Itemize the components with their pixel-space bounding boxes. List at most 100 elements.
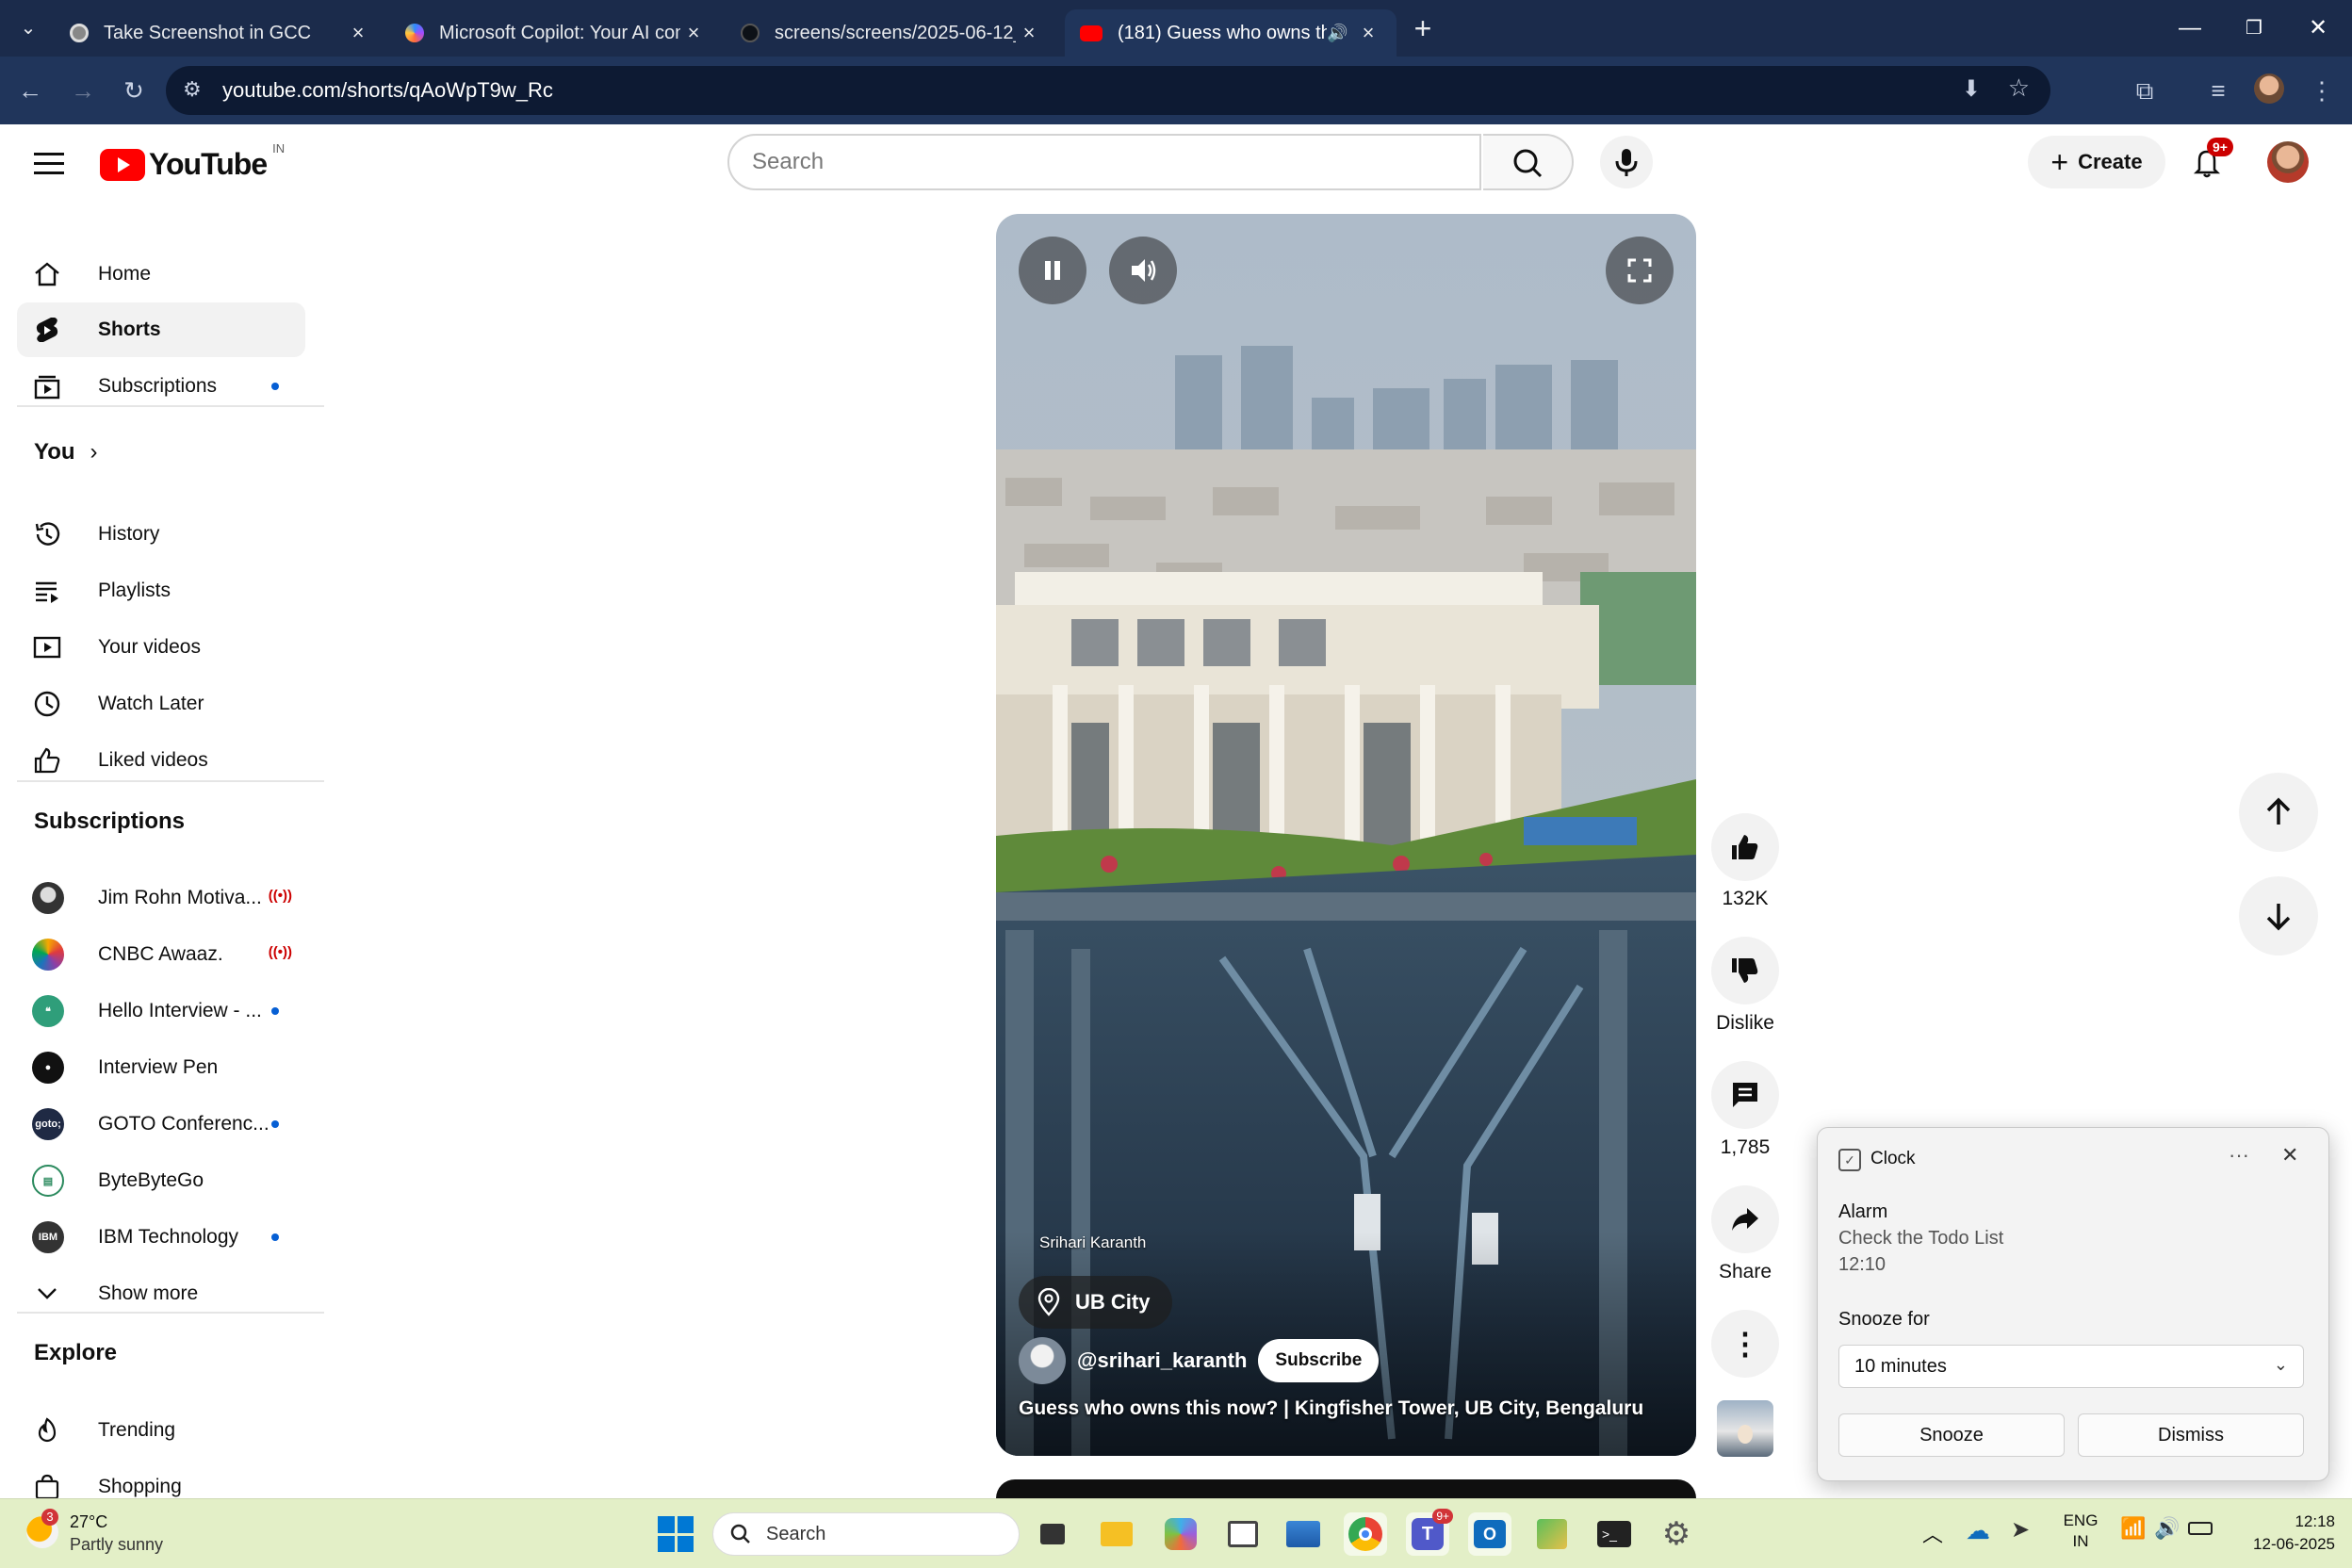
hamburger-menu-icon[interactable] <box>34 149 64 175</box>
fullscreen-button[interactable] <box>1606 237 1674 304</box>
history-icon <box>30 517 64 551</box>
channel-avatar: IBM <box>32 1221 64 1253</box>
battery-icon[interactable] <box>2188 1522 2213 1535</box>
previous-short-button[interactable] <box>2239 773 2318 852</box>
image-viewer-icon[interactable] <box>1530 1512 1574 1556</box>
more-options-button[interactable]: ⋮ <box>1711 1310 1779 1378</box>
language-indicator[interactable]: ENG IN <box>2062 1511 2099 1552</box>
subscribe-button[interactable]: Subscribe <box>1258 1339 1380 1382</box>
reload-icon[interactable]: ↻ <box>117 74 151 107</box>
copilot-favicon-icon <box>405 24 424 42</box>
volume-icon <box>1132 259 1156 282</box>
share-button[interactable] <box>1711 1185 1779 1253</box>
chrome-menu-icon[interactable]: ⋮ <box>2305 74 2339 107</box>
account-avatar[interactable] <box>2267 141 2309 183</box>
teams-icon[interactable]: T 9+ <box>1406 1509 1453 1556</box>
new-tab-button[interactable]: + <box>1406 11 1440 45</box>
search-button[interactable] <box>1483 134 1574 190</box>
subscription-channel[interactable]: ● Interview Pen <box>17 1040 305 1095</box>
back-icon[interactable]: ← <box>13 74 47 107</box>
channel-handle[interactable]: @srihari_karanth <box>1077 1348 1247 1373</box>
subscription-channel[interactable]: goto; GOTO Conferenc... <box>17 1097 305 1152</box>
volume-icon[interactable]: 🔊 <box>2154 1516 2180 1541</box>
browser-tab-active[interactable]: (181) Guess who owns this r 🔊 × <box>1065 9 1396 57</box>
close-tab-icon[interactable]: × <box>680 21 707 45</box>
sidebar-divider <box>17 405 324 407</box>
media-controls-icon[interactable]: ≡ <box>2201 74 2235 107</box>
sidebar-item-playlists[interactable]: Playlists <box>17 564 305 618</box>
tab-search-icon[interactable]: ⌄ <box>13 13 43 43</box>
browser-tab[interactable]: Take Screenshot in GCC × <box>55 9 386 57</box>
subscription-channel[interactable]: CNBC Awaaz. ((•)) <box>17 927 305 982</box>
terminal-icon[interactable]: >_ <box>1592 1512 1636 1556</box>
comments-button[interactable] <box>1711 1061 1779 1129</box>
close-tab-icon[interactable]: × <box>345 21 371 45</box>
dismiss-button[interactable]: Dismiss <box>2078 1413 2304 1457</box>
sidebar-item-trending[interactable]: Trending <box>17 1403 305 1458</box>
file-explorer-icon[interactable] <box>1095 1512 1138 1556</box>
browser-tab[interactable]: screens/screens/2025-06-12_09 × <box>726 9 1057 57</box>
sidebar-item-shorts[interactable]: Shorts <box>17 302 305 357</box>
show-hidden-icons-chevron-icon[interactable]: ︿ <box>1922 1518 1943 1548</box>
outlook-icon[interactable]: O <box>1468 1512 1511 1556</box>
subscription-channel[interactable]: Jim Rohn Motiva... ((•)) <box>17 871 305 925</box>
minimize-button[interactable]: — <box>2162 9 2218 47</box>
browser-tab[interactable]: Microsoft Copilot: Your AI comp × <box>390 9 722 57</box>
shorts-video-player[interactable]: Srihari Karanth UB City @srihari_karanth… <box>996 214 1696 1456</box>
snooze-button[interactable]: Snooze <box>1838 1413 2065 1457</box>
sidebar-item-home[interactable]: Home <box>17 247 305 302</box>
bookmark-star-icon[interactable]: ☆ <box>2008 74 2030 103</box>
subscription-channel[interactable]: ❝ Hello Interview - ... <box>17 984 305 1038</box>
whiteboard-icon[interactable] <box>1282 1512 1325 1556</box>
sidebar-item-history[interactable]: History <box>17 507 305 562</box>
weather-alert-badge: 3 <box>41 1509 58 1526</box>
subscription-channel[interactable]: IBM IBM Technology <box>17 1210 305 1265</box>
channel-avatar[interactable] <box>1019 1337 1066 1384</box>
sidebar-item-your-videos[interactable]: Your videos <box>17 620 305 675</box>
create-button[interactable]: + Create <box>2028 136 2165 188</box>
forward-icon[interactable]: → <box>66 74 100 107</box>
location-chip[interactable]: UB City <box>1019 1276 1173 1329</box>
task-view-icon[interactable] <box>1031 1512 1074 1556</box>
pause-button[interactable] <box>1019 237 1086 304</box>
youtube-logo[interactable]: YouTube IN <box>100 141 285 182</box>
notification-more-icon[interactable]: ··· <box>2229 1143 2249 1168</box>
notification-message: Check the Todo List <box>1838 1228 2004 1249</box>
taskbar-search-box[interactable]: Search <box>712 1512 1020 1556</box>
profile-avatar[interactable] <box>2254 74 2284 104</box>
settings-gear-icon[interactable]: ⚙ <box>1655 1512 1698 1556</box>
you-section-heading[interactable]: You › <box>34 439 98 466</box>
close-window-button[interactable]: ✕ <box>2290 9 2346 47</box>
window-app-icon[interactable] <box>1221 1512 1265 1556</box>
playlists-icon <box>30 574 64 608</box>
install-app-icon[interactable]: ⬇ <box>1962 75 1981 103</box>
onedrive-cloud-icon[interactable]: ☁ <box>1966 1516 1990 1545</box>
volume-button[interactable] <box>1109 237 1177 304</box>
snooze-duration-select[interactable]: 10 minutes ⌄ <box>1838 1345 2304 1388</box>
site-info-icon[interactable]: ⚙ <box>183 77 202 102</box>
speaker-audio-icon[interactable]: 🔊 <box>1327 24 1355 43</box>
microsoft-365-icon[interactable] <box>1159 1512 1202 1556</box>
restore-button[interactable]: ❐ <box>2226 9 2282 47</box>
like-button[interactable] <box>1711 813 1779 881</box>
close-tab-icon[interactable]: × <box>1016 21 1042 45</box>
chrome-icon[interactable] <box>1344 1512 1387 1556</box>
extensions-icon[interactable]: ⧉ <box>2128 74 2162 107</box>
short-title[interactable]: Guess who owns this now? | Kingfisher To… <box>1019 1397 1643 1420</box>
search-input[interactable]: Search <box>727 134 1481 190</box>
weather-widget[interactable]: 3 27°C Partly sunny <box>26 1509 196 1558</box>
system-clock[interactable]: 12:18 12-06-2025 <box>2231 1511 2335 1556</box>
wifi-icon[interactable]: 📶 <box>2120 1516 2146 1541</box>
start-button[interactable] <box>658 1516 694 1552</box>
subscription-channel[interactable]: ▤ ByteByteGo <box>17 1153 305 1208</box>
notification-close-icon[interactable]: ✕ <box>2281 1143 2298 1168</box>
sidebar-item-watch-later[interactable]: Watch Later <box>17 677 305 731</box>
sound-thumbnail[interactable] <box>1717 1400 1773 1457</box>
address-bar[interactable]: ⚙ youtube.com/shorts/qAoWpT9w_Rc ⬇ ☆ <box>166 66 2050 115</box>
next-short-button[interactable] <box>2239 876 2318 956</box>
voice-search-button[interactable] <box>1600 136 1653 188</box>
dislike-button[interactable] <box>1711 937 1779 1004</box>
notifications-bell-icon[interactable]: 9+ <box>2188 138 2233 181</box>
location-arrow-icon[interactable]: ➤ <box>2011 1516 2030 1544</box>
close-tab-icon[interactable]: × <box>1355 21 1381 45</box>
